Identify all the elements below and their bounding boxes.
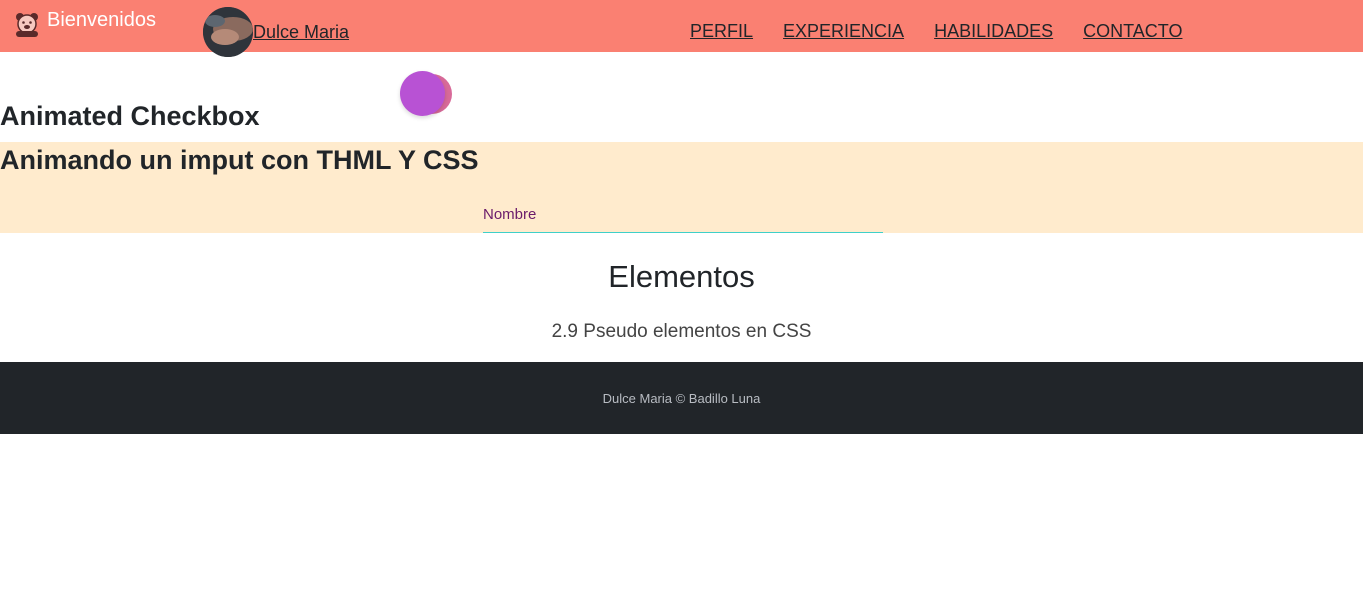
brand-link[interactable]: Bienvenidos [12,8,156,42]
nav-link-contacto[interactable]: CONTACTO [1083,21,1182,42]
elementos-subtitle: 2.9 Pseudo elementos en CSS [551,321,812,342]
bear-icon [12,10,42,40]
nombre-label: Nombre [483,206,537,223]
nav-link-perfil[interactable]: PERFIL [690,21,753,42]
toggle-knob [400,71,445,116]
top-navbar: Bienvenidos Dulce Maria PERFIL EXPERIENC… [0,0,1363,57]
avatar [203,7,253,57]
input-section: Animando un imput con THML Y CSS Nombre [0,142,1363,233]
footer: Dulce Maria © Badillo Luna [0,362,1363,434]
nombre-field[interactable]: Nombre [483,204,883,233]
input-section-heading: Animando un imput con THML Y CSS [0,145,479,175]
animated-checkbox-toggle[interactable] [400,71,454,117]
elementos-title: Elementos [608,259,755,294]
brand-text: Bienvenidos [47,8,156,31]
profile-link[interactable]: Dulce Maria [203,7,349,57]
animated-checkbox-heading: Animated Checkbox [0,101,260,131]
nav-links: PERFIL EXPERIENCIA HABILIDADES CONTACTO [690,21,1212,42]
nav-link-experiencia[interactable]: EXPERIENCIA [783,21,904,42]
nav-link-habilidades[interactable]: HABILIDADES [934,21,1053,42]
footer-text: Dulce Maria © Badillo Luna [602,391,761,406]
profile-name: Dulce Maria [253,21,350,42]
elementos-section: Elementos 2.9 Pseudo elementos en CSS [0,233,1363,362]
